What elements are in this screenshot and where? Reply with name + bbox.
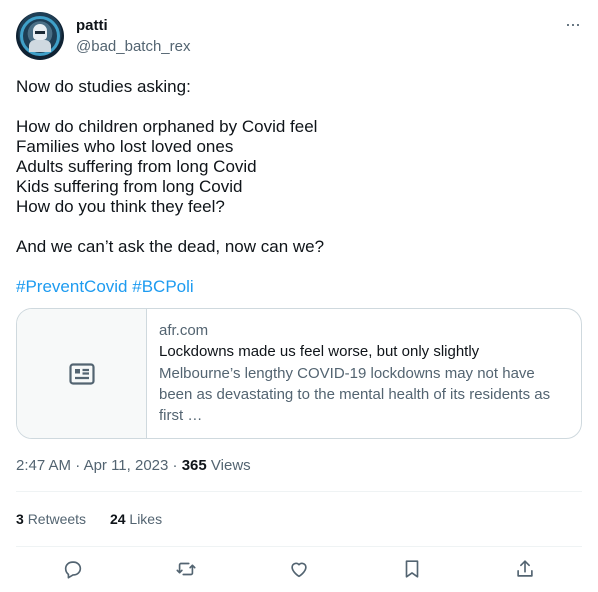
avatar-body <box>29 40 51 52</box>
tweet-line: Families who lost loved ones <box>16 137 234 156</box>
tweet-header: patti @bad_batch_rex ··· <box>16 12 582 60</box>
bookmark-button[interactable] <box>395 552 429 586</box>
views-count: 365 <box>181 457 207 474</box>
meta-separator: · <box>172 457 178 474</box>
tweet-line: Kids suffering from long Covid <box>16 177 243 196</box>
likes-count: 24 <box>109 511 126 527</box>
retweets-stat[interactable]: 3 Retweets <box>16 509 86 529</box>
tweet-time[interactable]: 2:47 AM <box>16 457 71 474</box>
divider <box>16 491 582 492</box>
card-domain: afr.com <box>159 322 209 339</box>
tweet-line: Now do studies asking: <box>16 77 191 96</box>
tweet-date[interactable]: Apr 11, 2023 <box>84 457 169 474</box>
retweet-icon <box>176 562 196 576</box>
like-icon <box>291 562 307 578</box>
tweet-line: How do children orphaned by Covid feel <box>16 117 318 136</box>
bookmark-icon <box>405 560 419 578</box>
tweet-stats: 3 Retweets 24 Likes <box>16 509 182 529</box>
divider <box>16 546 582 547</box>
author-name[interactable]: patti <box>76 17 108 34</box>
tweet-meta: 2:47 AM · Apr 11, 2023 · 365 Views <box>16 456 251 476</box>
like-button[interactable] <box>282 552 316 586</box>
retweets-count: 3 <box>16 511 24 527</box>
article-icon <box>68 362 95 385</box>
retweet-button[interactable] <box>169 552 203 586</box>
likes-stat[interactable]: 24 Likes <box>110 509 162 529</box>
card-title: Lockdowns made us feel worse, but only s… <box>159 343 480 360</box>
card-description: Melbourne’s lengthy COVID-19 lockdowns m… <box>159 365 551 424</box>
card-body: afr.com Lockdowns made us feel worse, bu… <box>147 309 581 438</box>
link-card[interactable]: afr.com Lockdowns made us feel worse, bu… <box>16 308 582 439</box>
retweets-label: Retweets <box>27 511 87 527</box>
views-label: Views <box>210 457 251 474</box>
likes-label: Likes <box>129 511 163 527</box>
reply-button[interactable] <box>56 552 90 586</box>
hashtag-link[interactable]: #PreventCovid <box>16 277 128 296</box>
tweet-line: How do you think they feel? <box>16 197 225 216</box>
share-icon <box>517 560 534 577</box>
more-options-icon[interactable]: ··· <box>565 15 581 33</box>
tweet-line: And we can’t ask the dead, now can we? <box>16 237 325 256</box>
author-handle[interactable]: @bad_batch_rex <box>76 38 190 55</box>
meta-separator: · <box>75 457 81 474</box>
avatar-visor <box>35 31 45 34</box>
card-thumbnail <box>17 309 147 438</box>
tweet-text: Now do studies asking: How do children o… <box>16 77 582 257</box>
share-button[interactable] <box>508 552 542 586</box>
reply-icon <box>64 561 81 579</box>
avatar[interactable] <box>16 12 64 60</box>
hashtags: #PreventCovid #BCPoli <box>16 277 194 297</box>
action-bar <box>16 552 582 586</box>
hashtag-link[interactable]: #BCPoli <box>132 277 193 296</box>
tweet-line: Adults suffering from long Covid <box>16 157 257 176</box>
